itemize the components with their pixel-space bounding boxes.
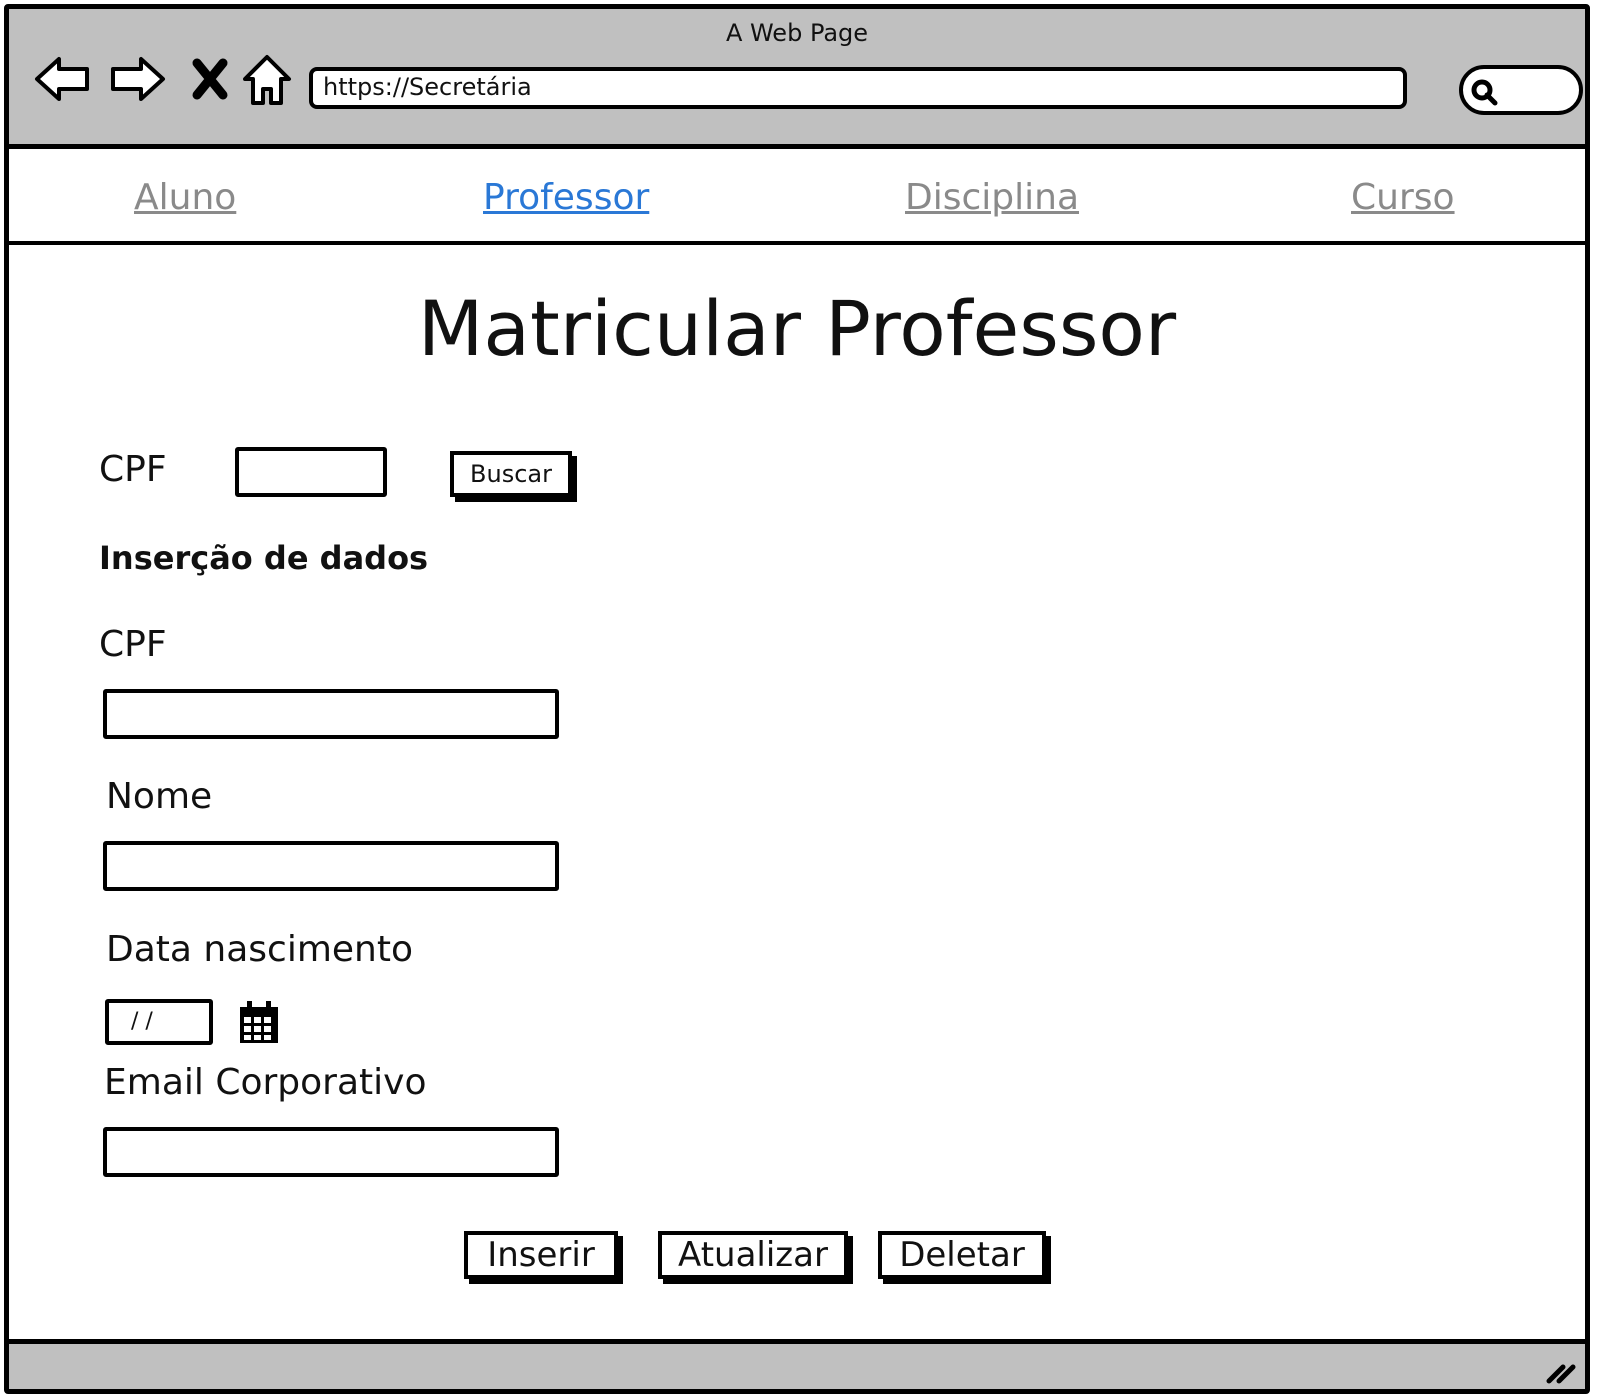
- nome-label: Nome: [106, 776, 213, 817]
- window-title: A Web Page: [725, 19, 869, 47]
- address-bar[interactable]: https://Secretária: [309, 67, 1407, 109]
- data-nascimento-label: Data nascimento: [106, 929, 414, 970]
- search-icon: [1471, 79, 1498, 106]
- data-nascimento-field[interactable]: / /: [105, 999, 213, 1045]
- cpf-field[interactable]: [103, 689, 559, 739]
- stop-icon[interactable]: [181, 49, 241, 109]
- deletar-button[interactable]: Deletar: [878, 1231, 1046, 1279]
- browser-toolbar: A Web Page https://Secretária: [9, 9, 1585, 149]
- status-bar: [9, 1339, 1585, 1389]
- buscar-button[interactable]: Buscar: [450, 451, 572, 497]
- email-field[interactable]: [103, 1127, 559, 1177]
- tab-aluno[interactable]: Aluno: [134, 177, 236, 218]
- search-cpf-label: CPF: [99, 449, 167, 490]
- atualizar-button[interactable]: Atualizar: [658, 1231, 848, 1279]
- page-title: Matricular Professor: [417, 284, 1177, 373]
- nome-field[interactable]: [103, 841, 559, 891]
- cpf-label: CPF: [99, 624, 167, 665]
- search-cpf-input[interactable]: [235, 447, 387, 497]
- tab-disciplina[interactable]: Disciplina: [905, 177, 1079, 218]
- email-label: Email Corporativo: [104, 1062, 427, 1103]
- tab-curso[interactable]: Curso: [1351, 177, 1455, 218]
- home-icon[interactable]: [237, 49, 297, 109]
- calendar-icon[interactable]: [237, 999, 281, 1047]
- section-title: Inserção de dados: [99, 539, 429, 577]
- browser-window: A Web Page https://Secretária Aluno Prof…: [4, 4, 1590, 1394]
- back-arrow-icon[interactable]: [33, 49, 93, 109]
- tab-professor[interactable]: Professor: [483, 177, 649, 218]
- forward-arrow-icon[interactable]: [107, 49, 167, 109]
- resize-grip-icon[interactable]: [1543, 1353, 1579, 1385]
- inserir-button[interactable]: Inserir: [464, 1231, 618, 1279]
- browser-search-box[interactable]: [1459, 65, 1583, 115]
- nav-tabs: Aluno Professor Disciplina Curso: [9, 149, 1585, 245]
